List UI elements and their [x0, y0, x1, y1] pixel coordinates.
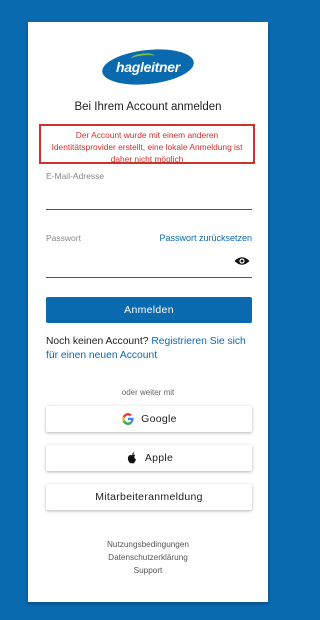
- terms-link[interactable]: Nutzungsbedingungen: [28, 540, 268, 549]
- apple-login-button[interactable]: Apple: [46, 445, 252, 471]
- employee-label: Mitarbeiteranmeldung: [95, 491, 203, 503]
- logo-text: hagleitner: [116, 59, 180, 75]
- apple-label: Apple: [144, 452, 174, 464]
- password-underline: [46, 277, 252, 278]
- email-underline: [46, 209, 252, 210]
- login-card: hagleitner Bei Ihrem Account anmelden De…: [28, 22, 268, 602]
- brand-logo: hagleitner: [100, 45, 196, 89]
- google-label: Google: [141, 413, 177, 425]
- eye-icon[interactable]: [234, 256, 250, 266]
- register-text: Noch keinen Account? Registrieren Sie si…: [46, 335, 256, 363]
- email-field[interactable]: [46, 182, 252, 208]
- google-icon: [122, 413, 134, 425]
- social-divider: oder weiter mit: [121, 388, 175, 397]
- logo-container: hagleitner: [28, 45, 268, 89]
- login-button[interactable]: Anmelden: [46, 297, 252, 323]
- privacy-link[interactable]: Datenschutzerklärung: [28, 553, 268, 562]
- password-field[interactable]: [46, 246, 230, 272]
- reset-password-link[interactable]: Passwort zurücksetzen: [159, 233, 252, 243]
- page-title: Bei Ihrem Account anmelden: [74, 101, 222, 113]
- error-message: Der Account wurde mit einem anderen Iden…: [39, 124, 255, 164]
- email-label: E-Mail-Adresse: [46, 171, 105, 181]
- google-login-button[interactable]: Google: [46, 406, 252, 432]
- register-prefix: Noch keinen Account?: [46, 336, 149, 347]
- apple-icon: [127, 452, 136, 464]
- support-link[interactable]: Support: [28, 566, 268, 575]
- password-label: Passwort: [46, 233, 81, 243]
- employee-login-button[interactable]: Mitarbeiteranmeldung: [46, 484, 252, 510]
